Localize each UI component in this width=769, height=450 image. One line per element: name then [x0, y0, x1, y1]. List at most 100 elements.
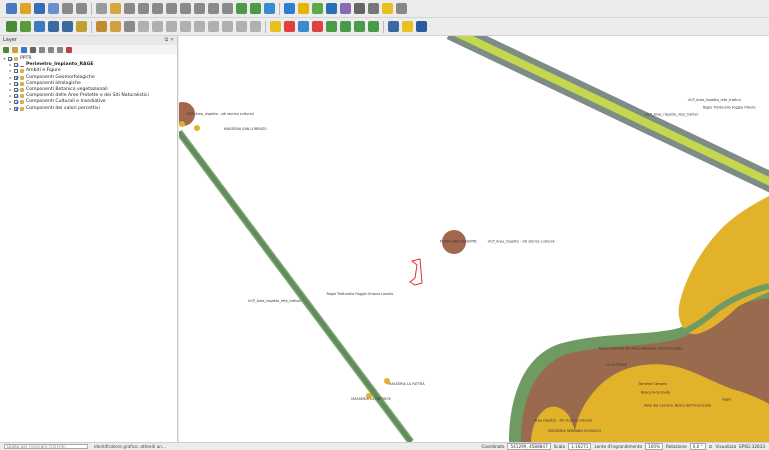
layer-visibility-checkbox[interactable]: [14, 63, 18, 68]
save-edits-icon[interactable]: [124, 21, 135, 32]
collapse-all-icon[interactable]: [57, 46, 63, 53]
filter-by-expression-icon[interactable]: [39, 46, 45, 53]
zoom-to-selection-icon[interactable]: [194, 3, 205, 14]
search-icon[interactable]: [396, 3, 407, 14]
map-label: UCP_Area_rispetto_rete_tratturi: [248, 299, 301, 303]
group-folder-icon: [20, 81, 24, 86]
data-source-manager-icon[interactable]: [6, 21, 17, 32]
coordinate-field[interactable]: 541299, 4588847: [507, 443, 551, 450]
annotation-icon[interactable]: [382, 3, 393, 14]
panel-float-icon[interactable]: ⧉ ✕: [165, 36, 177, 45]
layout-manager-icon[interactable]: [76, 3, 87, 14]
identify-icon[interactable]: [284, 3, 295, 14]
label-change-icon[interactable]: [340, 21, 351, 32]
layer-visibility-checkbox[interactable]: [14, 75, 18, 80]
toolbar-separator: [91, 2, 92, 15]
chevron-right-icon[interactable]: ▸: [8, 106, 13, 112]
manage-visibility-icon[interactable]: [21, 46, 27, 53]
new-map-view-icon[interactable]: [236, 3, 247, 14]
layer-visibility-checkbox[interactable]: [14, 81, 18, 86]
add-feature-icon[interactable]: [152, 21, 163, 32]
layer-visibility-checkbox[interactable]: [14, 94, 18, 99]
rotation-field[interactable]: 0,0 °: [689, 443, 706, 450]
paste-features-icon[interactable]: [222, 21, 233, 32]
group-folder-icon: [14, 57, 18, 62]
zoom-native-icon[interactable]: [152, 3, 163, 14]
line-layer-icon: [20, 64, 24, 67]
map-svg[interactable]: UCP_Area_rispetto_rete_tratturi Regio Tra…: [179, 36, 769, 442]
layer-visibility-checkbox[interactable]: [14, 69, 18, 74]
pan-icon[interactable]: [96, 3, 107, 14]
map-canvas[interactable]: UCP_Area_rispetto_rete_tratturi Regio Tra…: [179, 36, 769, 442]
save-as-icon[interactable]: [48, 3, 59, 14]
deselect-icon[interactable]: [312, 3, 323, 14]
toggle-editing-icon[interactable]: [110, 21, 121, 32]
layer-visibility-checkbox[interactable]: [8, 57, 12, 62]
processing-toolbox-icon[interactable]: [416, 21, 427, 32]
road-casing: [446, 36, 769, 193]
plugin-icon[interactable]: [388, 21, 399, 32]
project-site-perimeter[interactable]: [409, 258, 423, 286]
magnifier-field[interactable]: 100%: [645, 443, 664, 450]
python-console-icon[interactable]: [402, 21, 413, 32]
label-show-hide-icon[interactable]: [298, 21, 309, 32]
label-move-icon[interactable]: [312, 21, 323, 32]
cut-features-icon[interactable]: [194, 21, 205, 32]
chevron-down-icon[interactable]: ▾: [2, 56, 7, 62]
vertex-tool-icon[interactable]: [166, 21, 177, 32]
coordinate-label: Coordinate: [481, 444, 505, 449]
label-toolbar-icon[interactable]: [270, 21, 281, 32]
add-postgis-layer-icon[interactable]: [48, 21, 59, 32]
open-project-icon[interactable]: [20, 3, 31, 14]
diagram-pin-icon[interactable]: [354, 21, 365, 32]
map-label: Area rispetto - siti storico culturali: [534, 419, 592, 423]
print-layout-icon[interactable]: [62, 3, 73, 14]
add-vector-layer-icon[interactable]: [20, 21, 31, 32]
filter-legend-icon[interactable]: [30, 46, 36, 53]
zoom-out-icon[interactable]: [138, 3, 149, 14]
label-rotate-icon[interactable]: [326, 21, 337, 32]
layer-visibility-checkbox[interactable]: [14, 100, 18, 105]
statistics-icon[interactable]: [354, 3, 365, 14]
refresh-icon[interactable]: [264, 3, 275, 14]
zoom-in-icon[interactable]: [124, 3, 135, 14]
crs-button[interactable]: EPSG:32633: [739, 444, 765, 449]
copy-features-icon[interactable]: [208, 21, 219, 32]
zoom-to-layer-icon[interactable]: [180, 3, 191, 14]
map-label: Fagni: [722, 398, 731, 402]
scale-field[interactable]: 1:16271: [568, 443, 592, 450]
current-edits-icon[interactable]: [96, 21, 107, 32]
add-group-icon[interactable]: [12, 46, 18, 53]
diagram-move-icon[interactable]: [368, 21, 379, 32]
render-checkbox[interactable]: ☑: [709, 444, 713, 449]
digitize-icon[interactable]: [138, 21, 149, 32]
zoom-next-icon[interactable]: [222, 3, 233, 14]
expand-all-icon[interactable]: [48, 46, 54, 53]
field-calculator-icon[interactable]: [340, 3, 351, 14]
layer-visibility-checkbox[interactable]: [14, 88, 18, 93]
layer-tree-item[interactable]: ▸ Componenti dei valori percettivi: [0, 106, 177, 112]
new-project-icon[interactable]: [6, 3, 17, 14]
zoom-full-icon[interactable]: [166, 3, 177, 14]
measure-icon[interactable]: [368, 3, 379, 14]
remove-layer-icon[interactable]: [66, 46, 72, 53]
select-features-icon[interactable]: [298, 3, 309, 14]
layer-visibility-checkbox[interactable]: [14, 106, 18, 111]
delete-selected-icon[interactable]: [180, 21, 191, 32]
label-pin-icon[interactable]: [284, 21, 295, 32]
temporal-controller-icon[interactable]: [250, 3, 261, 14]
map-label: Torrente Cervaro: [638, 382, 667, 386]
redo-icon[interactable]: [250, 21, 261, 32]
save-project-icon[interactable]: [34, 3, 45, 14]
tratturo-line: [179, 130, 413, 442]
open-attribute-table-icon[interactable]: [326, 3, 337, 14]
undo-icon[interactable]: [236, 21, 247, 32]
new-shapefile-icon[interactable]: [76, 21, 87, 32]
group-folder-icon: [20, 100, 24, 105]
locator-search-input[interactable]: Digita per ricercare (Ctrl+K): [4, 444, 88, 449]
open-layer-styling-icon[interactable]: [3, 46, 9, 53]
zoom-last-icon[interactable]: [208, 3, 219, 14]
add-wms-layer-icon[interactable]: [62, 21, 73, 32]
add-raster-layer-icon[interactable]: [34, 21, 45, 32]
pan-to-selection-icon[interactable]: [110, 3, 121, 14]
